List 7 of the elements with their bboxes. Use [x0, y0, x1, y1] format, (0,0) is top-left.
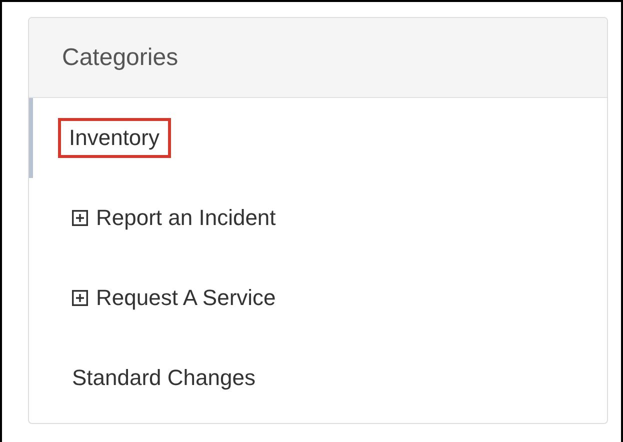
panel-title: Categories — [62, 44, 178, 72]
category-item[interactable]: Request A Service — [70, 278, 278, 318]
expand-icon[interactable] — [72, 290, 88, 306]
expand-icon[interactable] — [72, 210, 88, 226]
category-item[interactable]: Inventory — [58, 118, 170, 158]
category-item[interactable]: Standard Changes — [70, 358, 258, 398]
category-item[interactable]: Report an Incident — [70, 198, 278, 238]
